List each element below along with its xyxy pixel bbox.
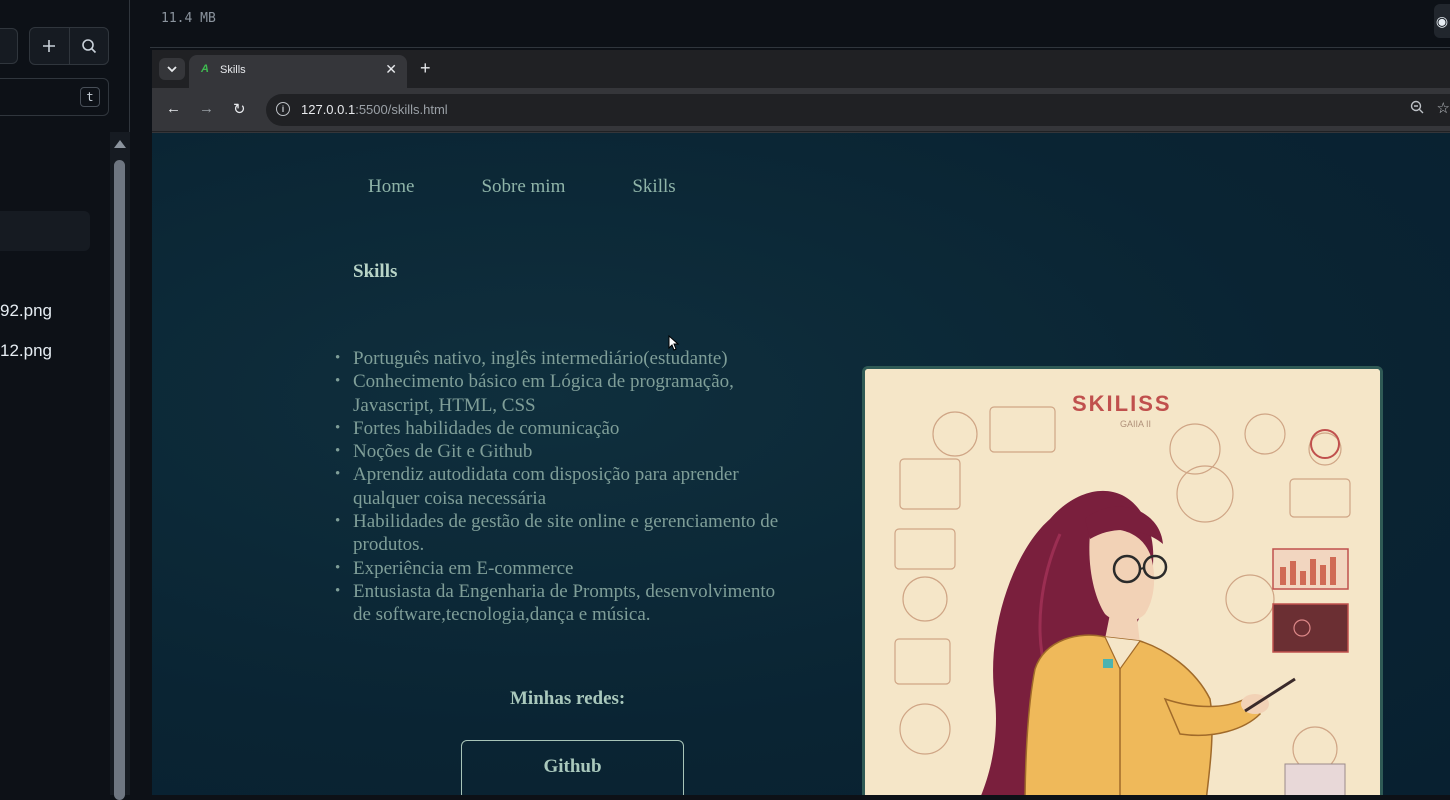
mouse-cursor-icon [668,335,680,351]
list-item: Aprendiz autodidata com disposição para … [335,463,793,510]
file-item[interactable]: 92.png [0,301,52,321]
nav-link-sobre-mim[interactable]: Sobre mim [481,176,565,198]
selected-file-row[interactable] [0,211,90,251]
github-button[interactable]: Github [461,740,684,795]
sidebar-scrollbar[interactable] [110,132,130,800]
memory-usage: 11.4 MB [161,11,216,26]
url-path: :5500/skills.html [355,102,448,117]
url-host: 127.0.0.1 [301,102,356,117]
site-info-icon[interactable]: i [276,102,290,116]
new-tab-button[interactable]: + [420,58,431,79]
nav-link-skills[interactable]: Skills [632,176,675,198]
list-item: Entusiasta da Engenharia de Prompts, des… [335,580,793,627]
tab-strip: A Skills ✕ + [152,50,1450,88]
close-icon[interactable]: ✕ [385,61,397,78]
skills-illustration: SKILISS GAIIA II [862,366,1383,795]
search-icon [81,39,96,54]
list-item: Fortes habilidades de comunicação [335,417,793,441]
illustration-title: SKILISS [1072,391,1172,416]
sidebar-toggle[interactable] [0,28,18,64]
extension-icon: ◉ [1435,12,1449,29]
illustration-subtitle: GAIIA II [1120,419,1152,429]
forward-arrow-icon[interactable]: → [199,100,214,117]
file-explorer-sidebar: t 92.png 12.png [0,0,130,800]
file-filter-input[interactable]: t [0,78,109,116]
list-item: Habilidades de gestão de site online e g… [335,510,793,557]
url-text[interactable]: 127.0.0.1:5500/skills.html [301,102,448,117]
list-item: Português nativo, inglês intermediário(e… [335,347,793,371]
web-page: Home Sobre mim Skills Skills Português n… [152,133,1450,795]
file-item[interactable]: 12.png [0,341,52,361]
browser-window: A Skills ✕ + ← → ↻ i 127.0.0.1:5500/skil… [152,50,1450,795]
tab-title: Skills [220,64,246,76]
reload-icon[interactable]: ↻ [233,100,246,118]
site-nav: Home Sobre mim Skills [368,176,743,198]
favicon-icon: A [201,63,209,75]
list-item: Noções de Git e Github [335,440,793,464]
illustration-art [865,369,1380,795]
back-arrow-icon[interactable]: ← [166,100,181,117]
social-heading: Minhas redes: [510,688,626,709]
filter-shortcut-key: t [80,87,100,107]
address-bar[interactable]: i 127.0.0.1:5500/skills.html ☆ [266,94,1450,126]
sidebar-action-group [29,27,109,65]
tab-skills[interactable]: A Skills ✕ [189,55,407,88]
nav-link-home[interactable]: Home [368,176,414,198]
status-bar: 11.4 MB ◉ [150,0,1450,48]
browser-toolbar: ← → ↻ i 127.0.0.1:5500/skills.html ☆ [152,88,1450,132]
chevron-down-icon [167,66,177,73]
page-title: Skills [353,261,398,282]
zoom-icon[interactable] [1410,100,1424,117]
skills-list: Português nativo, inglês intermediário(e… [335,347,793,627]
list-item: Experiência em E-commerce [335,557,793,581]
extension-button[interactable]: ◉ [1434,4,1450,38]
list-item: Conhecimento básico em Lógica de program… [335,370,793,417]
tab-search-button[interactable] [159,58,185,80]
search-button[interactable] [68,28,109,64]
bookmark-star-icon[interactable]: ☆ [1437,99,1450,117]
scroll-up-arrow-icon[interactable] [114,140,126,148]
plus-icon [43,40,56,52]
scrollbar-thumb[interactable] [114,160,125,800]
add-file-button[interactable] [30,28,69,64]
